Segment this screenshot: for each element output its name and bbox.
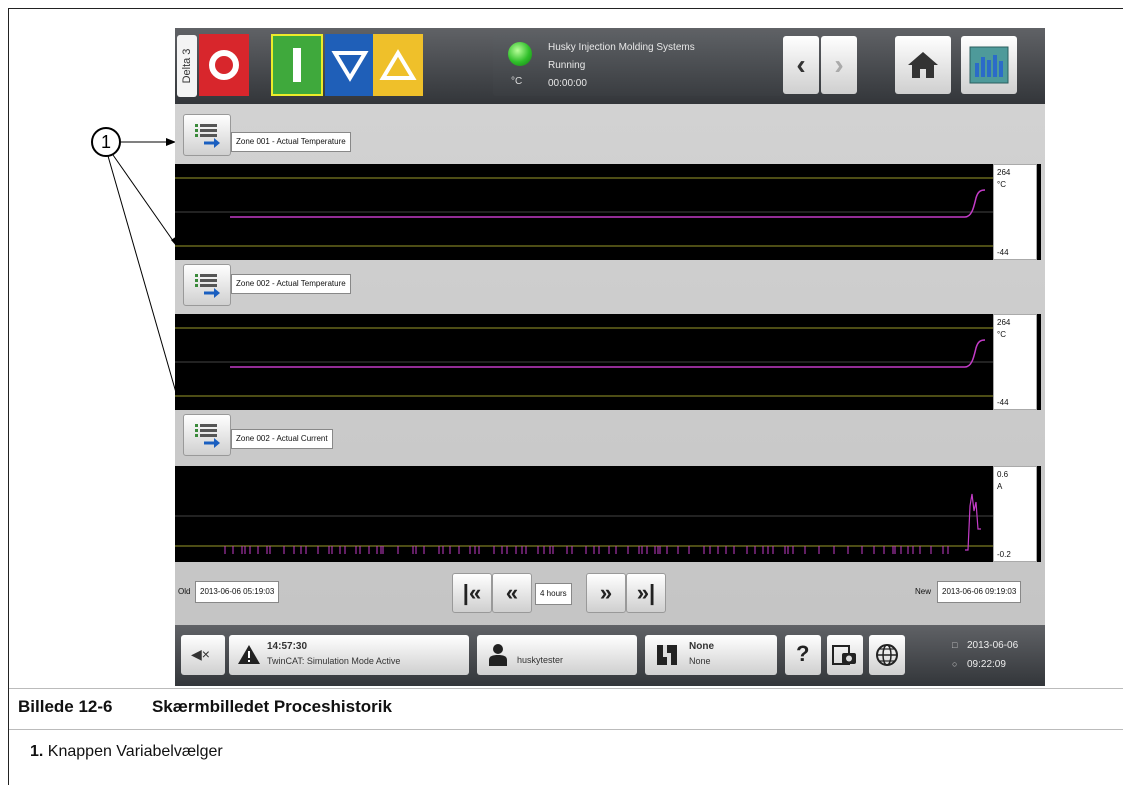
- scale-min-2: -44: [997, 398, 1009, 407]
- back-button[interactable]: ‹: [783, 36, 819, 94]
- alarm-banner[interactable]: 14:57:30 TwinCAT: Simulation Mode Active: [229, 635, 469, 675]
- trend-scale-3: 0.6 A -0.2: [993, 466, 1037, 562]
- language-button[interactable]: [869, 635, 905, 675]
- system-date: 2013-06-06: [967, 640, 1019, 651]
- scale-min-3: -0.2: [997, 550, 1011, 559]
- alarm-message: TwinCAT: Simulation Mode Active: [267, 656, 401, 666]
- process-history-button[interactable]: [961, 36, 1017, 94]
- legend-item-number: 1.: [30, 743, 44, 760]
- scale-min-1: -44: [997, 248, 1009, 257]
- scale-max-2: 264: [997, 318, 1011, 327]
- chevron-left-icon: ‹: [796, 49, 806, 80]
- raise-button[interactable]: [373, 34, 423, 96]
- step-forward-button[interactable]: »: [586, 573, 626, 613]
- trend-chart-3: [175, 466, 1041, 562]
- lower-button[interactable]: [325, 34, 375, 96]
- speaker-muted-icon: ◀×: [191, 646, 210, 662]
- question-icon: ?: [796, 641, 810, 666]
- figure-label: Billede 12-6: [18, 697, 113, 716]
- trend-scale-1: 264 °C -44: [993, 164, 1037, 260]
- mold-info: None: [689, 656, 711, 666]
- screenshot-button[interactable]: [827, 635, 863, 675]
- home-button[interactable]: [895, 36, 951, 94]
- old-label: Old: [178, 587, 191, 596]
- time-range-field[interactable]: 4 hours: [535, 583, 572, 605]
- scale-unit-2: °C: [997, 330, 1006, 339]
- trend-label-2: Zone 002 - Actual Temperature: [231, 274, 351, 294]
- caption-rule-bottom: [9, 729, 1123, 730]
- trend-label-1: Zone 001 - Actual Temperature: [231, 132, 351, 152]
- double-chevron-right-icon: »: [599, 580, 613, 605]
- machine-status[interactable]: °C Husky Injection Molding Systems Runni…: [493, 34, 783, 96]
- camera-icon: [832, 645, 856, 665]
- delta-tab-label: Delta 3: [181, 48, 193, 84]
- triangle-up-icon: [379, 49, 417, 80]
- cycle-timer: 00:00:00: [548, 78, 587, 89]
- scale-max-1: 264: [997, 168, 1011, 177]
- user-button[interactable]: huskytester: [477, 635, 637, 675]
- trend-chart-2: [175, 314, 1041, 410]
- new-date-field[interactable]: 2013-06-06 09:19:03: [937, 581, 1022, 603]
- top-bar: Delta 3 °C Husky Injection Molding Syste…: [175, 28, 1045, 104]
- old-date-field[interactable]: 2013-06-06 05:19:03: [195, 581, 280, 603]
- user-name: huskytester: [517, 655, 564, 665]
- jump-to-end-button[interactable]: »|: [626, 573, 666, 613]
- trend-screen-icon: [969, 46, 1009, 84]
- alarm-time: 14:57:30: [267, 641, 308, 652]
- variable-selector-button-2[interactable]: [183, 264, 231, 306]
- start-button[interactable]: [271, 34, 323, 96]
- circle-icon: [209, 50, 239, 80]
- scale-max-3: 0.6: [997, 470, 1009, 479]
- help-button[interactable]: ?: [785, 635, 821, 675]
- trend-scale-2: 264 °C -44: [993, 314, 1037, 410]
- status-led-icon: [508, 42, 532, 66]
- legend-item-text: Knappen Variabelvælger: [47, 743, 223, 760]
- trend-plot-3: [175, 493, 993, 554]
- variable-selector-icon: [195, 424, 220, 448]
- delta-tab[interactable]: Delta 3: [177, 35, 197, 97]
- triangle-down-icon: [331, 51, 369, 82]
- trend-plot-2: [175, 327, 993, 397]
- mold-name: None: [689, 641, 714, 652]
- trend-plot-1: [175, 177, 993, 247]
- calendar-icon: □: [952, 640, 958, 650]
- scale-unit-3: A: [997, 482, 1003, 491]
- warning-icon: [238, 645, 260, 664]
- jump-to-start-button[interactable]: |«: [452, 573, 492, 613]
- figure-caption: Billede 12-6 Skærmbilledet Proceshistori…: [18, 697, 392, 717]
- trend-chart-1: [175, 164, 1041, 260]
- step-back-button[interactable]: «: [492, 573, 532, 613]
- variable-selector-icon: [195, 124, 220, 148]
- chevron-right-icon: ›: [834, 49, 844, 80]
- mold-button[interactable]: None None: [645, 635, 777, 675]
- mute-button[interactable]: ◀×: [181, 635, 225, 675]
- bar-icon: [293, 48, 301, 82]
- legend-item: 1. Knappen Variabelvælger: [30, 743, 223, 761]
- mold-icon: [657, 645, 677, 665]
- trend-label-3: Zone 002 - Actual Current: [231, 429, 333, 449]
- bottom-bar: ◀× 14:57:30 TwinCAT: Simulation Mode Act…: [175, 625, 1045, 686]
- temperature-unit: °C: [511, 76, 523, 87]
- new-label: New: [915, 587, 932, 596]
- stop-button[interactable]: [199, 34, 249, 96]
- clock-icon: ○: [952, 659, 958, 669]
- scale-unit-1: °C: [997, 180, 1006, 189]
- user-icon: [489, 644, 507, 666]
- home-icon: [908, 52, 938, 78]
- figure-title: Skærmbilledet Proceshistorik: [151, 697, 392, 716]
- skip-end-icon: »|: [636, 580, 656, 605]
- system-time: 09:22:09: [967, 659, 1006, 670]
- globe-icon: [876, 644, 898, 666]
- skip-start-icon: |«: [462, 580, 482, 605]
- company-name: Husky Injection Molding Systems: [548, 42, 695, 53]
- double-chevron-left-icon: «: [505, 580, 519, 605]
- caption-rule-top: [9, 688, 1123, 689]
- forward-button[interactable]: ›: [821, 36, 857, 94]
- variable-selector-button-1[interactable]: [183, 114, 231, 156]
- variable-selector-icon: [195, 274, 220, 298]
- variable-selector-button-3[interactable]: [183, 414, 231, 456]
- machine-state: Running: [548, 60, 586, 71]
- hmi-screen: Delta 3 °C Husky Injection Molding Syste…: [175, 28, 1045, 686]
